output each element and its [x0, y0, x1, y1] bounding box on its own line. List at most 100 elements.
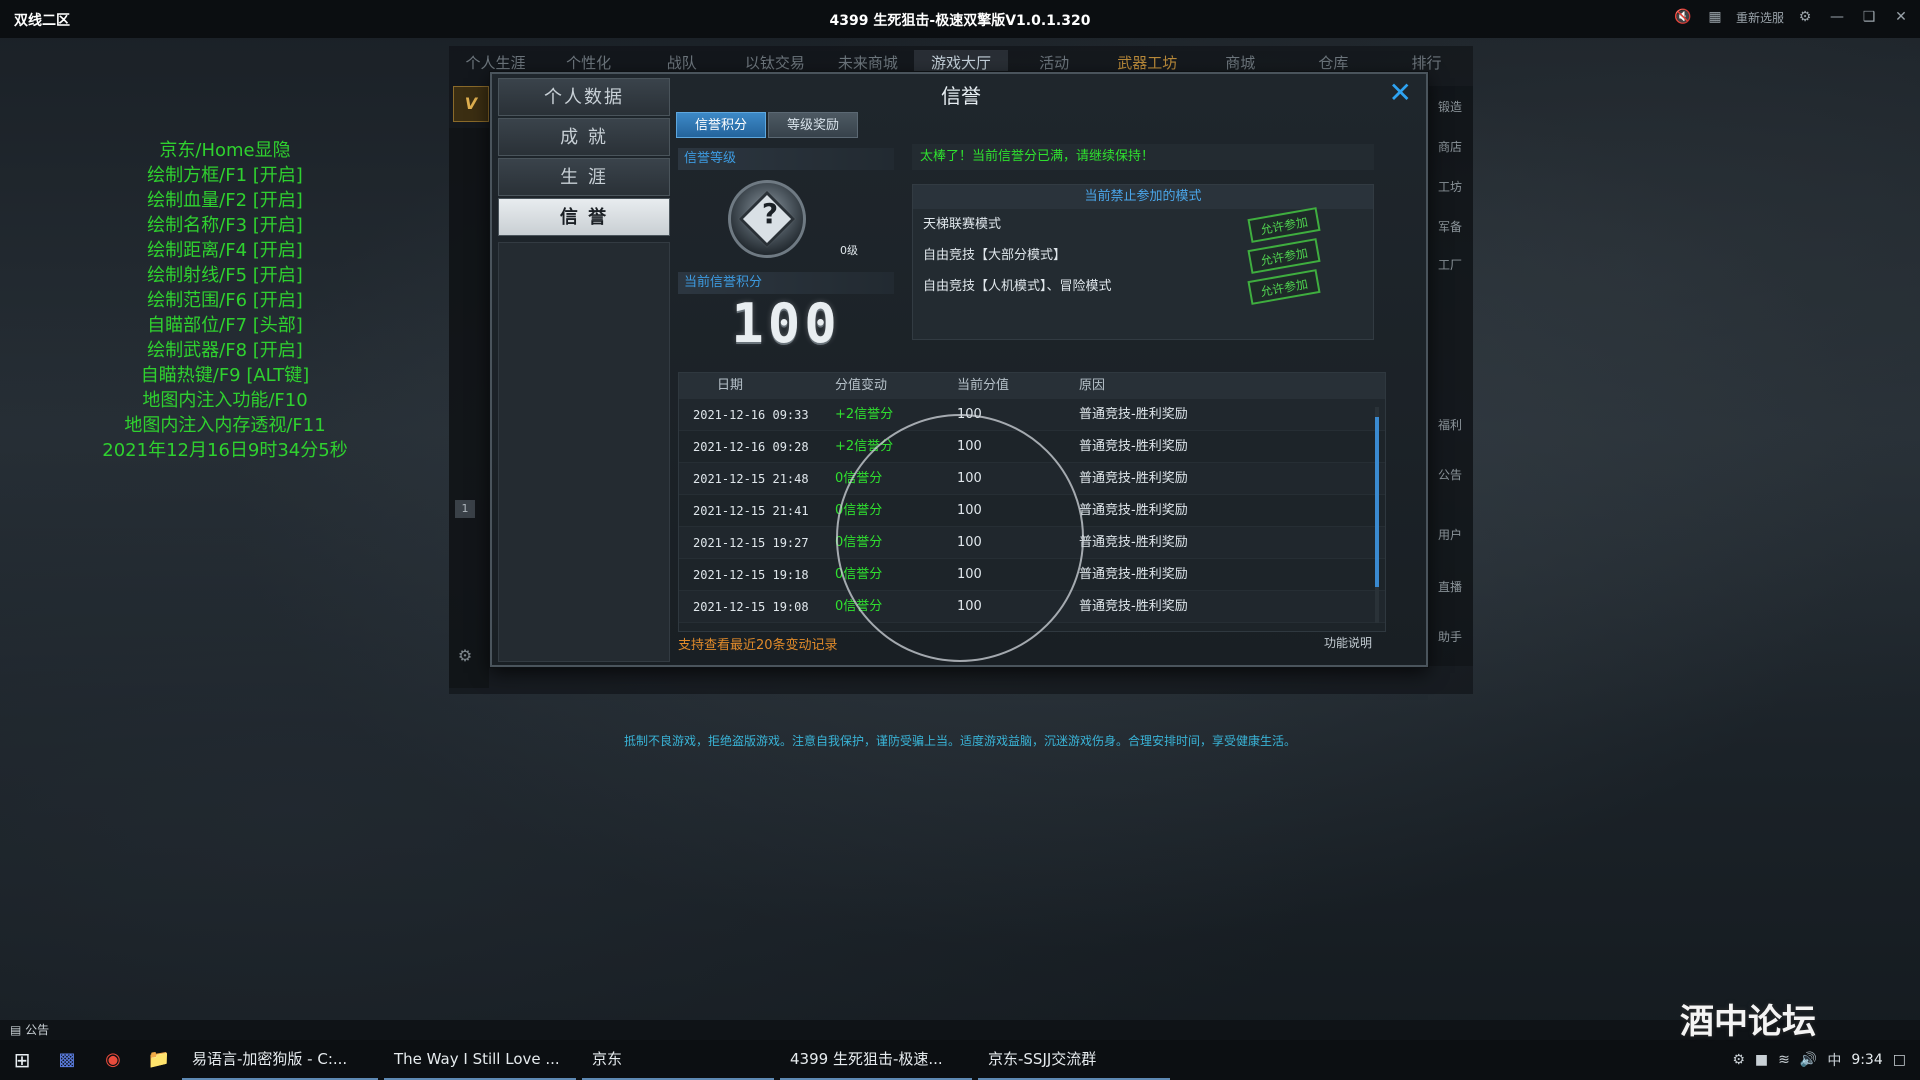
task-jingdong[interactable]: 京东	[582, 1040, 774, 1080]
history-body: 2021-12-16 09:33 +2信誉分 100 普通竞技-胜利奖励 2021-12…	[679, 399, 1385, 623]
overlay-line: 地图内注入内存透视/F11	[124, 415, 326, 436]
notice-label[interactable]: 公告	[25, 1023, 49, 1037]
table-row: 2021-12-15 19:18 0信誉分 100 普通竞技-胜利奖励	[679, 559, 1385, 591]
banned-modes-panel: 当前禁止参加的模式 天梯联赛模式 允许参加 自由竞技【大部分模式】 允许参加 自…	[912, 184, 1374, 340]
banned-modes-heading: 当前禁止参加的模式	[913, 185, 1373, 209]
channel-number[interactable]: 1	[455, 500, 475, 518]
taskbar: ⊞ ▩ ◉ 📁 易语言-加密狗版 - C:... The Way I Still…	[0, 1040, 1920, 1080]
task-music[interactable]: The Way I Still Love ...	[384, 1040, 576, 1080]
task-qq-group[interactable]: 京东-SSJJ交流群	[978, 1040, 1170, 1080]
right-strip-item[interactable]: 军备	[1428, 218, 1472, 235]
row-reason: 普通竞技-胜利奖励	[1079, 535, 1188, 550]
steam-icon[interactable]: ⚙	[1732, 1052, 1745, 1068]
right-strip-item[interactable]: 公告	[1428, 466, 1472, 483]
col-delta: 分值变动	[835, 378, 888, 393]
mode-row: 天梯联赛模式 允许参加	[913, 207, 1373, 243]
ime-indicator[interactable]: 中	[1827, 1050, 1841, 1070]
row-reason: 普通竞技-胜利奖励	[1079, 407, 1188, 422]
right-strip-item[interactable]: 直播	[1428, 578, 1472, 595]
row-reason: 普通竞技-胜利奖励	[1079, 503, 1188, 518]
right-strip-item[interactable]: 用户	[1428, 526, 1472, 543]
table-row: 2021-12-15 19:08 0信誉分 100 普通竞技-胜利奖励	[679, 591, 1385, 623]
windows-start-icon[interactable]: ⊞	[0, 1040, 44, 1080]
menu-personal-data[interactable]: 个人数据	[498, 78, 670, 116]
menu-reputation[interactable]: 信 誉	[498, 198, 670, 236]
right-strip-item[interactable]: 助手	[1428, 628, 1472, 645]
minimize-button[interactable]: —	[1826, 6, 1848, 28]
row-date: 2021-12-16 09:33	[693, 408, 809, 422]
tab-bar: 信誉积分 等级奖励	[676, 112, 858, 138]
row-delta: 0信誉分	[835, 567, 883, 582]
chrome-icon[interactable]: ◉	[90, 1040, 136, 1080]
folder-icon[interactable]: 📁	[136, 1040, 182, 1080]
maximize-button[interactable]: ❑	[1858, 6, 1880, 28]
table-row: 2021-12-15 19:27 0信誉分 100 普通竞技-胜利奖励	[679, 527, 1385, 559]
reputation-dialog: 信誉 ✕ 个人数据 成 就 生 涯 信 誉 信誉积分 等级奖励 信誉等级 ? 0…	[490, 72, 1428, 667]
level-value: 0级	[840, 244, 858, 257]
right-strip-item[interactable]: 福利	[1428, 416, 1472, 433]
overlay-line: 绘制距离/F4 [开启]	[147, 240, 303, 261]
row-date: 2021-12-15 19:27	[693, 536, 809, 550]
overlay-line: 自瞄热键/F9 [ALT键]	[140, 365, 310, 386]
window-title: 4399 生死狙击-极速双擎版V1.0.1.320	[829, 13, 1091, 29]
ide-icon[interactable]: ▩	[44, 1040, 90, 1080]
mode-name: 自由竞技【大部分模式】	[923, 248, 1067, 263]
task-yiyuyan[interactable]: 易语言-加密狗版 - C:...	[182, 1040, 378, 1080]
row-date: 2021-12-16 09:28	[693, 440, 809, 454]
mute-icon[interactable]: 🔇	[1672, 6, 1694, 28]
col-date: 日期	[717, 378, 744, 393]
row-current: 100	[957, 535, 982, 550]
mode-row: 自由竞技【人机模式】、冒险模式 允许参加	[913, 269, 1373, 305]
gear-icon[interactable]: ⚙	[455, 646, 475, 666]
col-reason: 原因	[1079, 378, 1106, 393]
overlay-line: 绘制方框/F1 [开启]	[147, 165, 303, 186]
right-strip-item[interactable]: 商店	[1428, 138, 1472, 155]
row-current: 100	[957, 503, 982, 518]
overlay-line: 绘制武器/F8 [开启]	[147, 340, 303, 361]
level-badge-area: ? 0级	[678, 170, 894, 272]
right-strip-item[interactable]: 锻造	[1428, 98, 1472, 115]
tab-reputation-points[interactable]: 信誉积分	[676, 112, 766, 138]
clock[interactable]: 9:34	[1851, 1052, 1882, 1068]
row-reason: 普通竞技-胜利奖励	[1079, 439, 1188, 454]
reputation-summary: 信誉等级 ? 0级 当前信誉积分 100	[678, 148, 894, 364]
history-scrollbar[interactable]	[1375, 407, 1379, 623]
table-row: 2021-12-15 21:48 0信誉分 100 普通竞技-胜利奖励	[679, 463, 1385, 495]
menu-career[interactable]: 生 涯	[498, 158, 670, 196]
vip-badge[interactable]: V	[453, 86, 489, 122]
notice-icon: ▤	[10, 1023, 22, 1037]
window-controls: 🔇 ▦ 重新选服 ⚙ — ❑ ✕	[1672, 6, 1912, 28]
table-row: 2021-12-15 21:41 0信誉分 100 普通竞技-胜利奖励	[679, 495, 1385, 527]
window-titlebar: 双线二区 4399 生死狙击-极速双擎版V1.0.1.320 🔇 ▦ 重新选服 …	[0, 0, 1920, 38]
row-reason: 普通竞技-胜利奖励	[1079, 471, 1188, 486]
row-delta: +2信誉分	[835, 439, 894, 454]
tab-level-rewards[interactable]: 等级奖励	[768, 112, 858, 138]
right-strip-item[interactable]: 工厂	[1428, 256, 1472, 273]
notice-bar: ▤ 公告	[0, 1020, 1920, 1040]
mode-name: 天梯联赛模式	[923, 217, 1002, 232]
overlay-line: 绘制射线/F5 [开启]	[147, 265, 303, 286]
right-strip-item[interactable]: 工坊	[1428, 178, 1472, 195]
tray-app-icon[interactable]: ■	[1755, 1052, 1768, 1068]
close-icon[interactable]: ✕	[1389, 76, 1412, 109]
status-notice: 太棒了！当前信誉分已满，请继续保持！	[912, 144, 1374, 170]
menu-achievements[interactable]: 成 就	[498, 118, 670, 156]
task-game[interactable]: 4399 生死狙击-极速...	[780, 1040, 972, 1080]
close-window-button[interactable]: ✕	[1890, 6, 1912, 28]
mode-row: 自由竞技【大部分模式】 允许参加	[913, 238, 1373, 274]
row-delta: 0信誉分	[835, 535, 883, 550]
history-header: 日期 分值变动 当前分值 原因	[679, 373, 1385, 399]
notification-icon[interactable]: □	[1893, 1052, 1906, 1068]
side-menu: 个人数据 成 就 生 涯 信 誉	[498, 78, 670, 238]
left-strip	[449, 128, 489, 688]
health-notice: 抵制不良游戏，拒绝盗版游戏。注意自我保护，谨防受骗上当。适度游戏益脑，沉迷游戏伤…	[623, 734, 1296, 748]
help-link[interactable]: 功能说明	[1324, 634, 1372, 651]
reselect-server-button[interactable]: 重新选服	[1736, 9, 1784, 26]
table-row: 2021-12-16 09:28 +2信誉分 100 普通竞技-胜利奖励	[679, 431, 1385, 463]
settings-icon[interactable]: ⚙	[1794, 6, 1816, 28]
mode-name: 自由竞技【人机模式】、冒险模式	[923, 279, 1112, 294]
level-heading: 信誉等级	[678, 148, 894, 170]
wifi-icon[interactable]: ≋	[1778, 1052, 1790, 1068]
row-delta: 0信誉分	[835, 599, 883, 614]
volume-icon[interactable]: 🔊	[1800, 1052, 1817, 1068]
